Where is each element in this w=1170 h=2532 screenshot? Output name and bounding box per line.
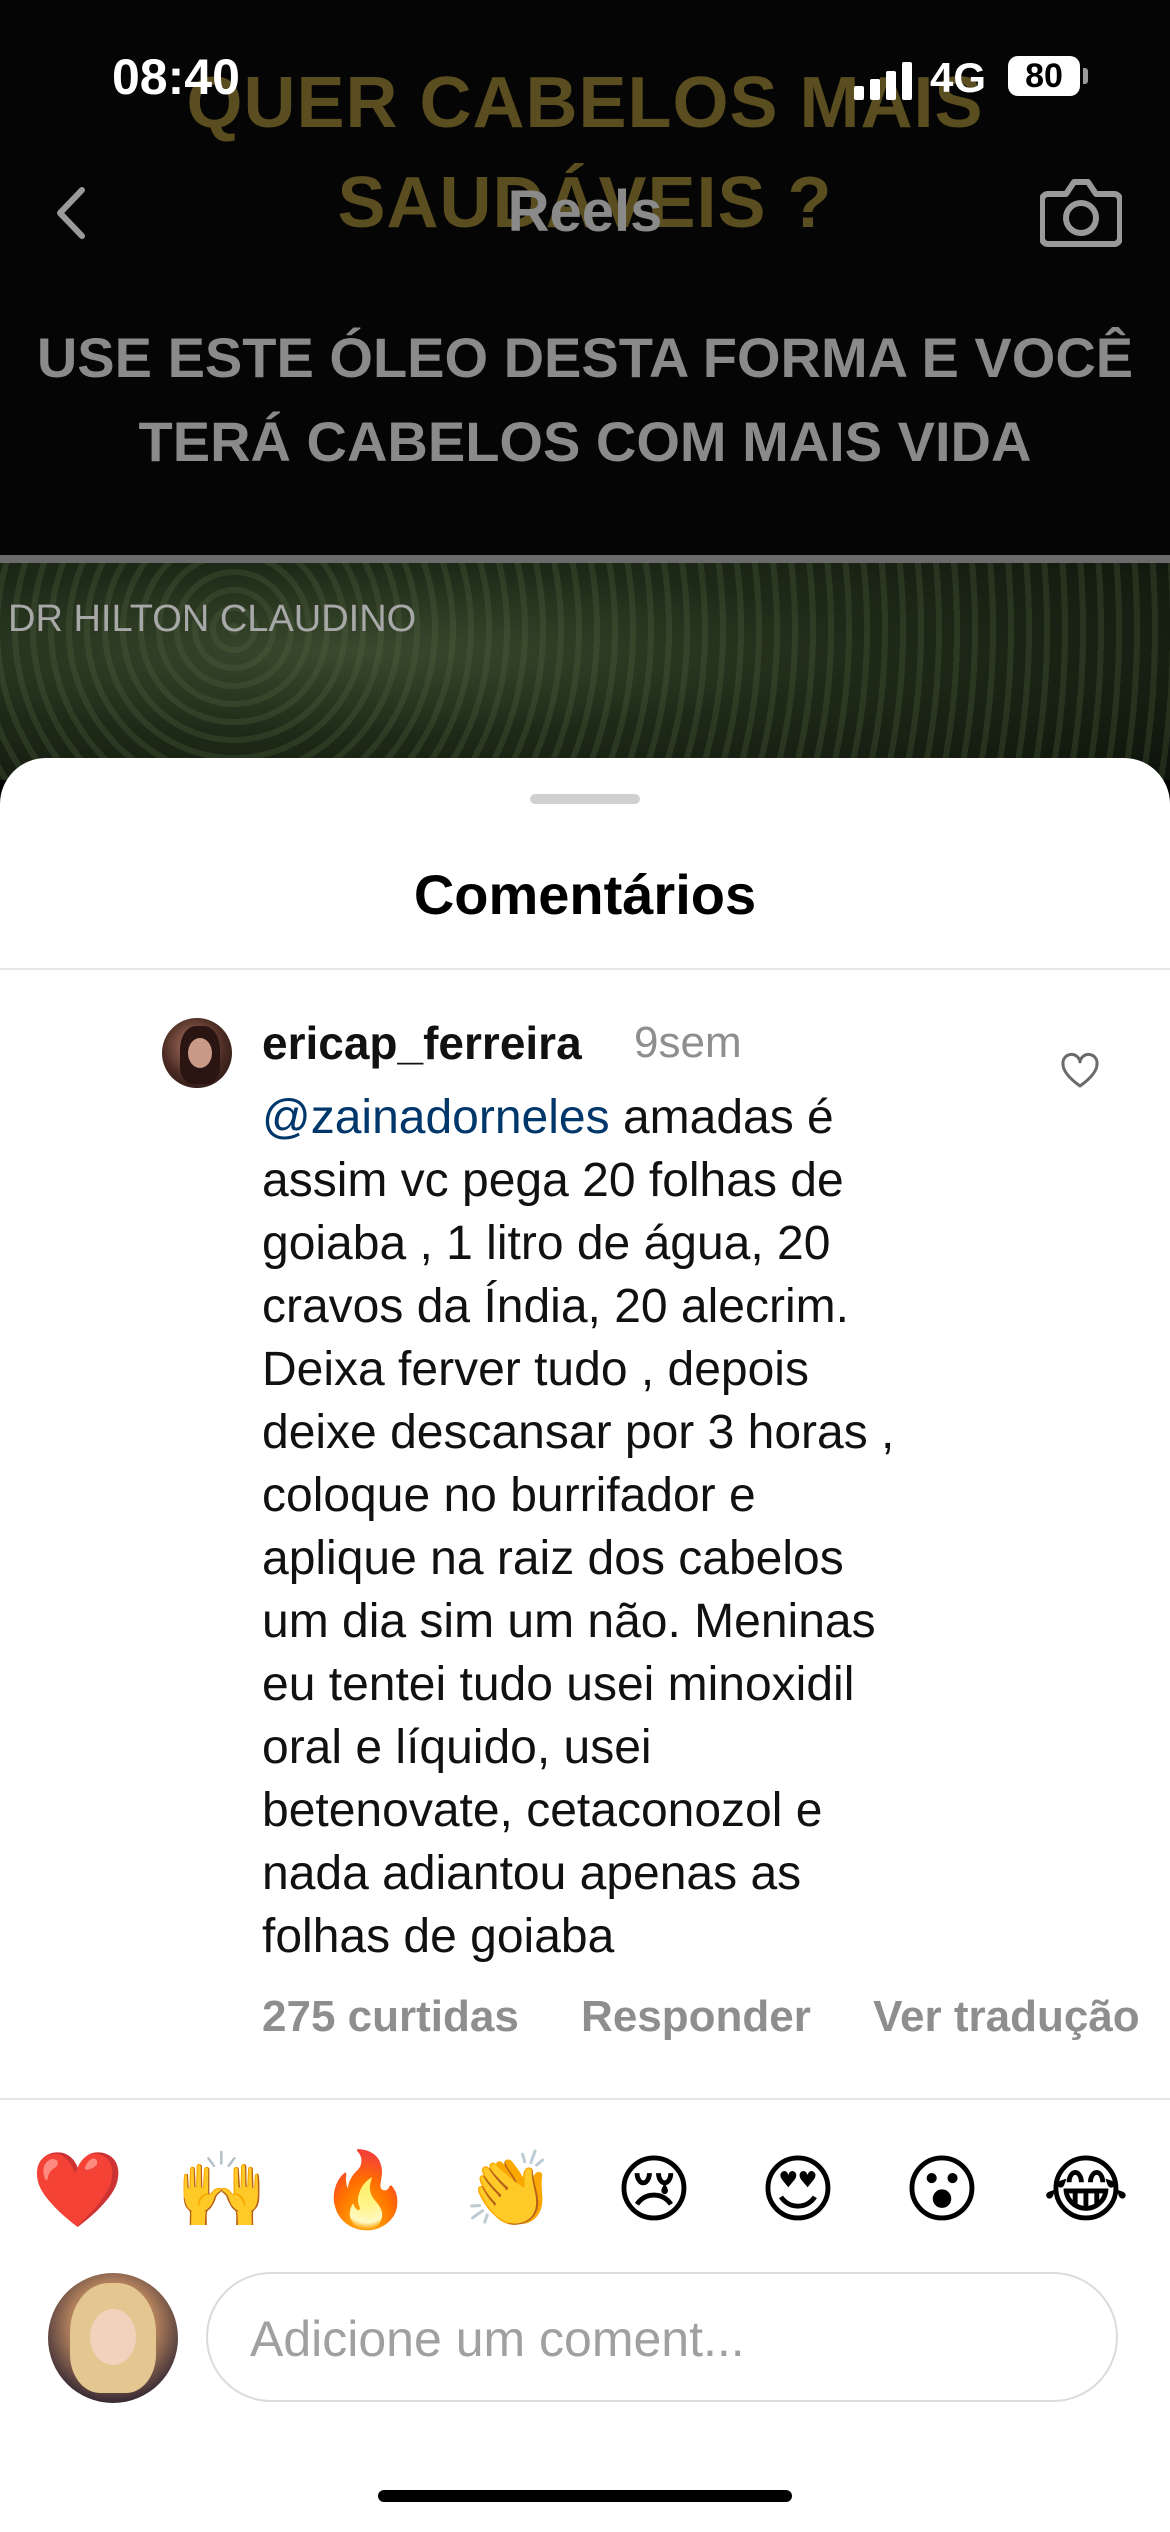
signal-icon xyxy=(854,62,916,100)
status-bar: 08:40 4G 80 xyxy=(0,0,1170,150)
reel-subline-1: USE ESTE ÓLEO DESTA FORMA E VOCÊ xyxy=(36,326,1134,389)
sheet-title: Comentários xyxy=(413,863,757,926)
battery-tip xyxy=(1083,68,1088,84)
comment-input[interactable] xyxy=(248,2298,1072,2380)
comment-body: @zainadorneles amadas é assim vc pega 20… xyxy=(262,1086,1022,1968)
reel-subline-2: TERÁ CABELOS COM MAIS VIDA xyxy=(138,410,1032,473)
network-type: 4G xyxy=(930,54,987,101)
avatar xyxy=(48,2273,178,2403)
reaction-bar: ❤️ 🙌 🔥 👏 😢 😍 😮 😂 xyxy=(0,2140,1170,2240)
translate-button[interactable]: Ver tradução xyxy=(873,1992,1140,2041)
likes-count[interactable]: 275 curtidas xyxy=(262,1992,519,2041)
raising-hands-emoji[interactable]: 🙌 xyxy=(172,2140,272,2240)
page-title: Reels xyxy=(507,179,663,244)
sheet-drag-handle[interactable] xyxy=(530,794,640,804)
fire-emoji[interactable]: 🔥 xyxy=(316,2140,416,2240)
comment-text: amadas é assim vc pega 20 folhas de goia… xyxy=(262,1091,895,1963)
chevron-left-icon[interactable] xyxy=(46,178,96,248)
reel-divider xyxy=(0,555,1170,563)
header-divider xyxy=(0,968,1170,970)
heart-eyes-emoji[interactable]: 😍 xyxy=(748,2140,848,2240)
status-time: 08:40 xyxy=(112,49,240,105)
laughing-tears-emoji[interactable]: 😂 xyxy=(1036,2140,1136,2240)
camera-icon[interactable] xyxy=(1039,172,1123,248)
clapping-hands-emoji[interactable]: 👏 xyxy=(460,2140,560,2240)
heart-emoji[interactable]: ❤️ xyxy=(28,2140,128,2240)
heart-icon[interactable] xyxy=(1060,1052,1100,1092)
composer-divider xyxy=(0,2098,1170,2100)
comment-composer[interactable] xyxy=(206,2272,1118,2402)
home-indicator[interactable] xyxy=(378,2490,792,2502)
surprised-face-emoji[interactable]: 😮 xyxy=(892,2140,992,2240)
reel-watermark: DR HILTON CLAUDINO xyxy=(8,598,417,640)
comment-timestamp: 9sem xyxy=(634,1018,742,1067)
comment-username[interactable]: ericap_ferreira xyxy=(262,1016,582,1070)
comment-actions: 275 curtidas Responder Ver tradução xyxy=(262,1992,1170,2042)
avatar[interactable] xyxy=(162,1018,232,1088)
battery-icon: 80 xyxy=(1008,56,1080,96)
crying-face-emoji[interactable]: 😢 xyxy=(604,2140,704,2240)
reel-video-frame xyxy=(0,563,1170,780)
reply-button[interactable]: Responder xyxy=(581,1992,811,2041)
comment-mention[interactable]: @zainadorneles xyxy=(262,1091,610,1144)
